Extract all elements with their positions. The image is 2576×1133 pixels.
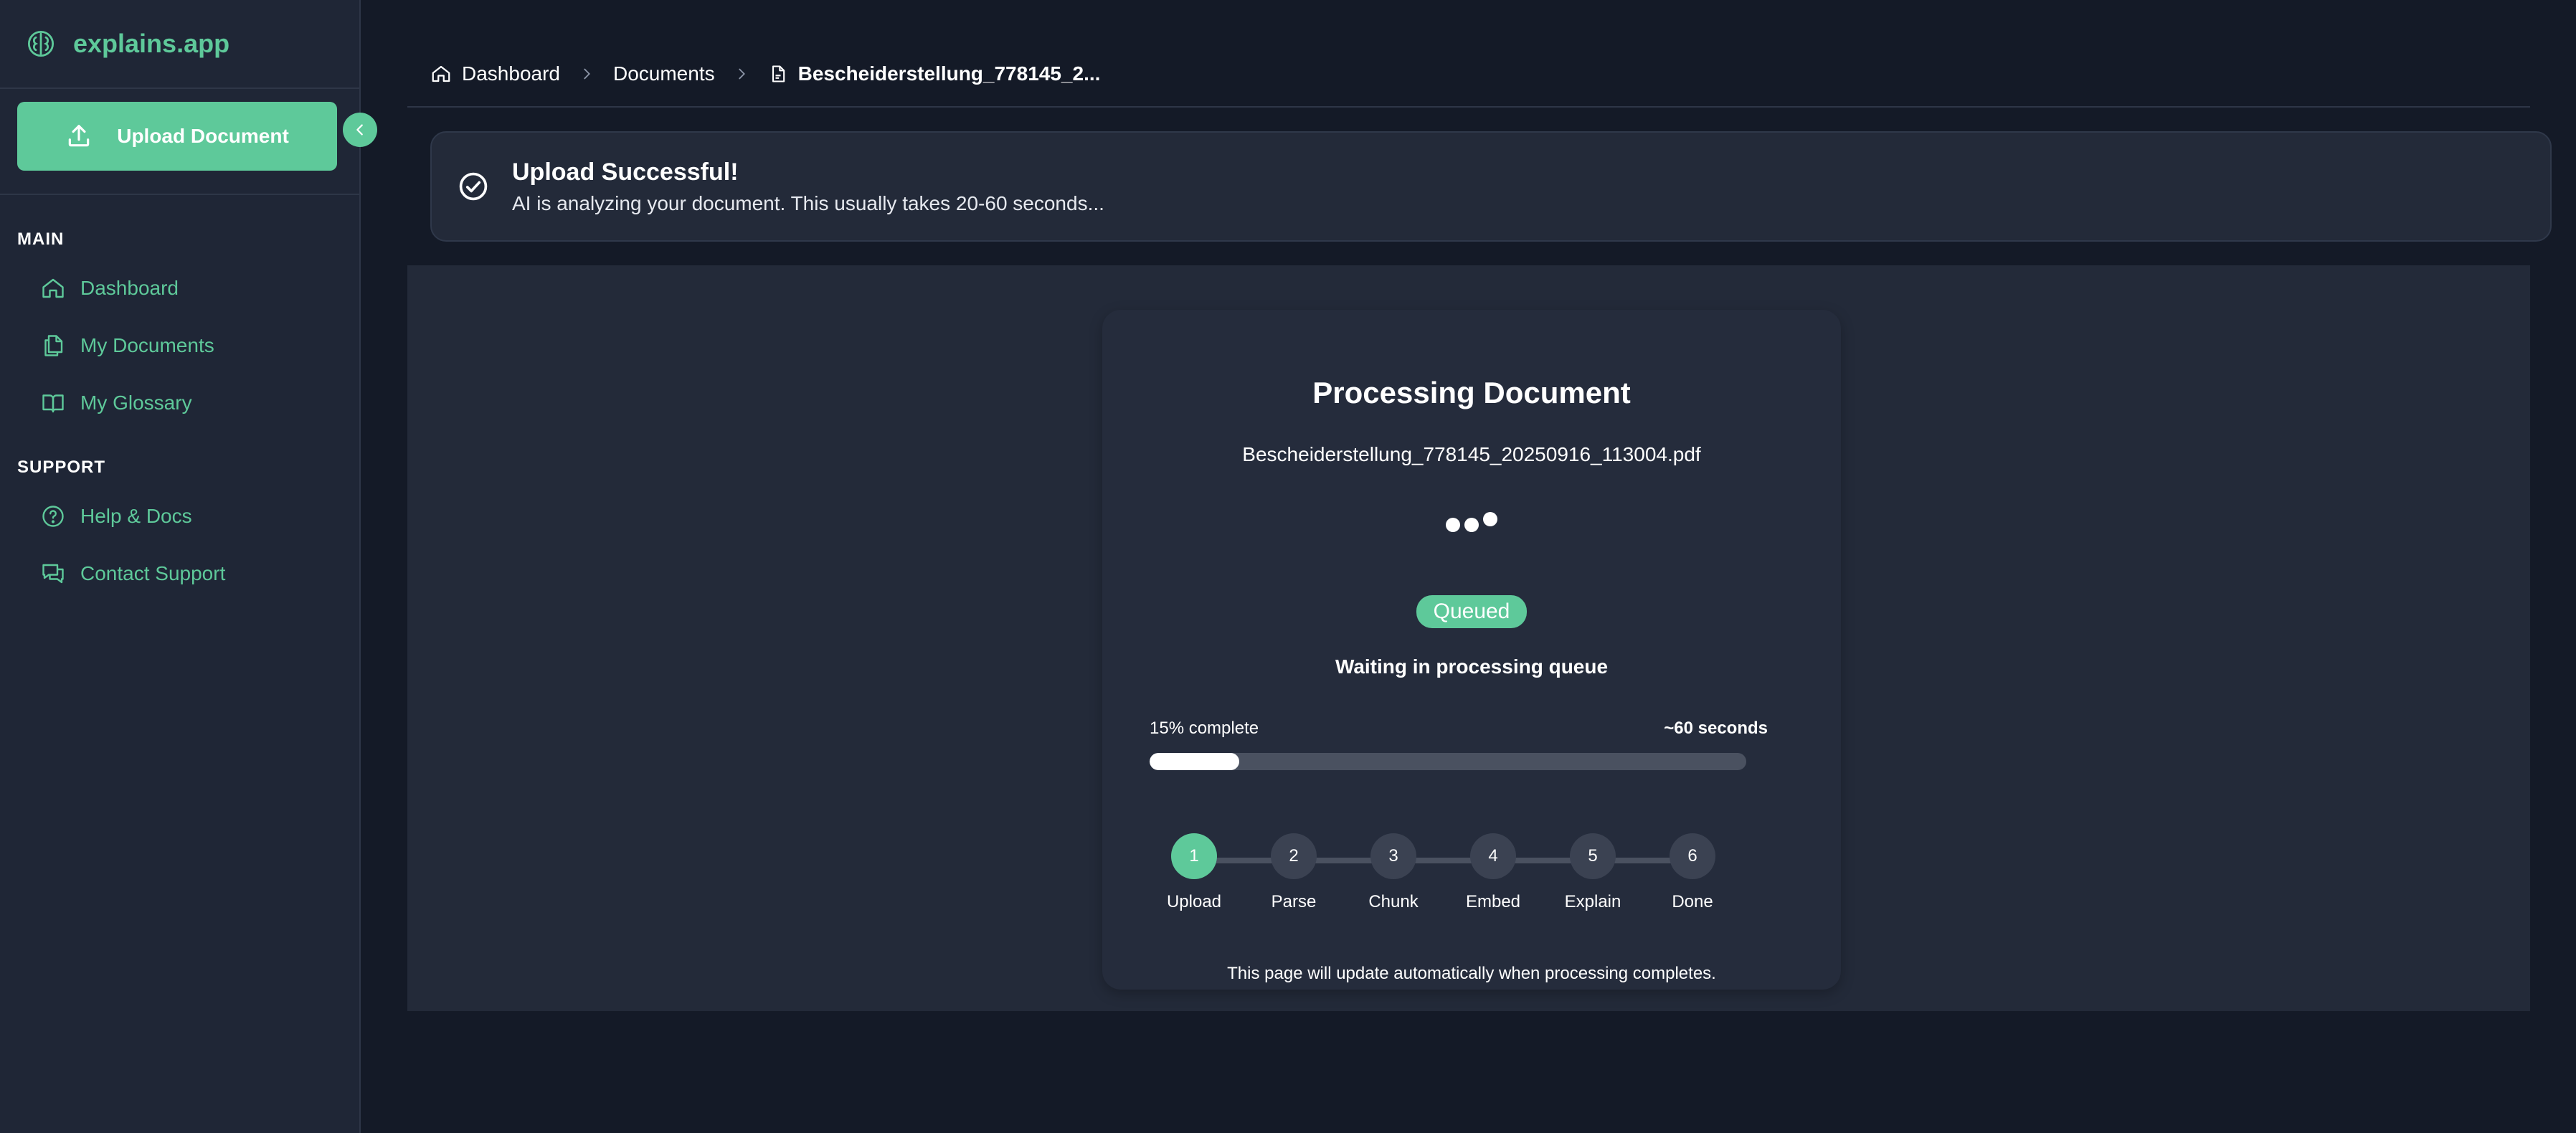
nav-section-main: MAIN Dashboard My Documents My Glossary: [0, 195, 359, 432]
sidebar-item-contact-support[interactable]: Contact Support: [0, 545, 359, 602]
sidebar-item-my-glossary[interactable]: My Glossary: [0, 374, 359, 432]
chat-icon: [42, 564, 64, 584]
status-badge: Queued: [1416, 595, 1528, 628]
help-icon: [42, 506, 64, 527]
documents-icon: [44, 335, 63, 356]
processing-card: Processing Document Bescheiderstellung_7…: [1102, 310, 1841, 990]
sidebar-item-dashboard[interactable]: Dashboard: [0, 260, 359, 317]
sidebar-item-label: My Glossary: [80, 392, 192, 414]
progress-eta: ~60 seconds: [1664, 719, 1768, 738]
sidebar-item-label: My Documents: [80, 334, 214, 356]
step-label: Explain: [1564, 892, 1621, 911]
book-icon: [42, 394, 64, 413]
sidebar-item-label: Dashboard: [80, 277, 179, 299]
processing-panel: Processing Document Bescheiderstellung_7…: [407, 265, 2530, 1011]
sidebar-item-label: Help & Docs: [80, 505, 192, 527]
step-number: 4: [1470, 833, 1516, 879]
loading-dots-icon: [1102, 512, 1841, 546]
chevron-right-icon: [584, 68, 590, 80]
step-number: 1: [1171, 833, 1217, 879]
alert-message: AI is analyzing your document. This usua…: [512, 191, 1104, 214]
step-number: 2: [1271, 833, 1317, 879]
chevron-left-icon: [356, 124, 363, 136]
breadcrumb: Dashboard Documents Bescheiderstellung_7…: [430, 57, 1100, 90]
step-chunk: 3 Chunk: [1343, 833, 1444, 912]
auto-update-note: This page will update automatically when…: [1227, 964, 1716, 983]
processing-title: Processing Document: [1312, 376, 1631, 409]
breadcrumb-dashboard[interactable]: Dashboard: [462, 62, 560, 85]
upload-icon: [68, 125, 90, 147]
sidebar-item-label: Contact Support: [80, 562, 226, 584]
step-embed: 4 Embed: [1443, 833, 1543, 912]
sidebar-item-my-documents[interactable]: My Documents: [0, 317, 359, 374]
step-explain: 5 Explain: [1543, 833, 1643, 912]
upload-success-alert: Upload Successful! AI is analyzing your …: [430, 131, 2552, 242]
progress-bar: [1150, 753, 1746, 770]
step-parse: 2 Parse: [1244, 833, 1344, 912]
status-text: Waiting in processing queue: [1335, 655, 1609, 678]
nav-section-title-main: MAIN: [17, 229, 65, 249]
sidebar-item-help-docs[interactable]: Help & Docs: [0, 488, 359, 545]
step-number: 3: [1370, 833, 1416, 879]
upload-document-label: Upload Document: [117, 125, 289, 147]
step-number: 5: [1570, 833, 1616, 879]
sidebar-collapse-button[interactable]: [343, 113, 377, 147]
step-done: 6 Done: [1642, 833, 1743, 912]
nav-section-support: SUPPORT Help & Docs Contact Support: [0, 432, 359, 602]
status-badge-wrap: Queued: [1102, 595, 1841, 628]
progress-bar-fill: [1150, 753, 1239, 770]
sidebar: explains.app Upload Document MAIN Dashbo…: [0, 0, 361, 1133]
chevron-right-icon: [738, 68, 745, 80]
processing-steps: 1 Upload 2 Parse 3 Chunk 4 Embed 5 Explain 6 Done: [1150, 833, 1746, 926]
step-label: Upload: [1166, 892, 1222, 911]
step-label: Done: [1672, 892, 1713, 911]
step-label: Parse: [1271, 892, 1317, 911]
header-divider: [407, 106, 2530, 108]
document-filename: Bescheiderstellung_778145_20250916_11300…: [1242, 443, 1701, 465]
step-label: Embed: [1465, 892, 1521, 911]
step-upload: 1 Upload: [1144, 833, 1244, 912]
brain-logo-icon: [27, 30, 55, 57]
nav-section-title-support: SUPPORT: [17, 458, 106, 477]
alert-title: Upload Successful!: [512, 158, 739, 186]
check-circle-icon: [459, 172, 488, 201]
brand[interactable]: explains.app: [0, 0, 359, 89]
upload-document-button[interactable]: Upload Document: [17, 102, 337, 171]
brand-name: explains.app: [73, 29, 230, 58]
breadcrumb-current: Bescheiderstellung_778145_2...: [797, 62, 1101, 85]
progress-percent-label: 15% complete: [1150, 719, 1259, 738]
breadcrumb-documents[interactable]: Documents: [613, 62, 715, 85]
home-icon: [432, 65, 450, 82]
step-label: Chunk: [1368, 892, 1419, 911]
home-icon: [42, 278, 64, 298]
step-number: 6: [1670, 833, 1715, 879]
upload-section: Upload Document: [0, 89, 359, 195]
file-icon: [772, 65, 785, 82]
